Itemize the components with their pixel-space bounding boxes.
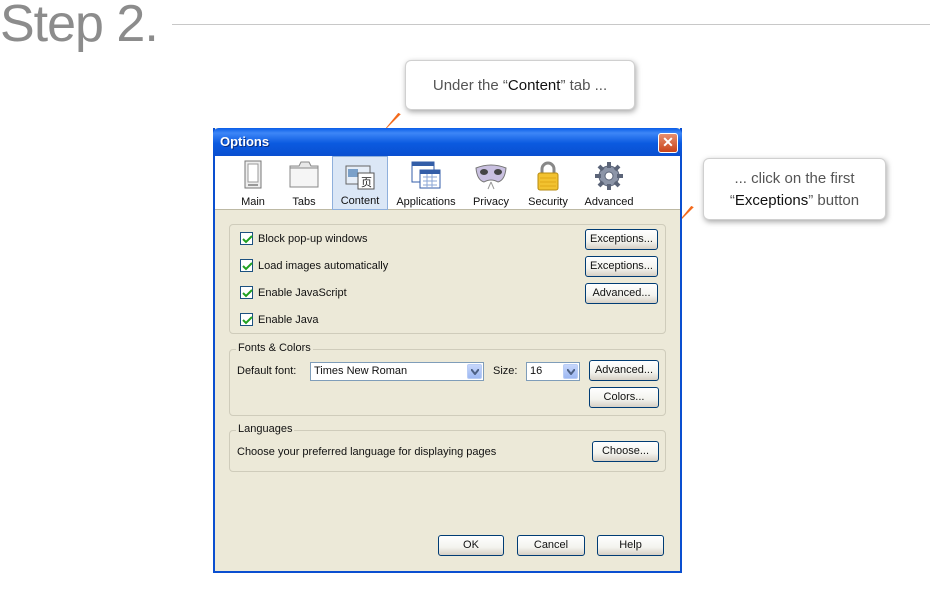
fonts-colors-title: Fonts & Colors — [236, 342, 313, 354]
ok-button[interactable]: OK — [438, 535, 504, 556]
callout-1-bold: Content — [507, 77, 561, 94]
callout-2-post: ” button — [808, 192, 860, 209]
exceptions-popups-button[interactable]: Exceptions... — [585, 229, 658, 250]
callout-content-tab: Under the “Content” tab ... — [405, 60, 635, 110]
options-toolbar: Main Tabs 页 Content Applications Privacy… — [215, 156, 680, 210]
checkbox-block-popups-label: Block pop-up windows — [258, 233, 368, 245]
default-font-select[interactable]: Times New Roman — [310, 362, 484, 381]
checkbox-enable-java-label: Enable Java — [258, 314, 319, 326]
tab-advanced-label: Advanced — [584, 196, 634, 208]
main-icon — [244, 160, 262, 189]
applications-icon — [411, 161, 441, 189]
size-label: Size: — [493, 365, 518, 377]
content-options-group: Block pop-up windows Load images automat… — [229, 224, 666, 334]
content-icon: 页 — [345, 165, 375, 190]
languages-title: Languages — [236, 423, 295, 435]
checkbox-block-popups-box[interactable] — [240, 232, 253, 245]
tab-tabs[interactable]: Tabs — [280, 156, 328, 210]
tab-privacy-label: Privacy — [472, 196, 510, 208]
help-button[interactable]: Help — [597, 535, 664, 556]
step-title: Step 2. — [0, 0, 159, 53]
chevron-down-icon[interactable] — [467, 364, 482, 379]
checkbox-enable-javascript-box[interactable] — [240, 286, 253, 299]
tab-security[interactable]: Security — [521, 156, 575, 210]
default-font-label: Default font: — [237, 365, 297, 377]
dialog-titlebar[interactable]: Options ✕ — [213, 128, 682, 156]
svg-text:页: 页 — [361, 176, 372, 189]
tab-advanced[interactable]: Advanced — [581, 156, 637, 210]
callout-1-post: ” tab ... — [560, 77, 608, 94]
colors-button[interactable]: Colors... — [589, 387, 659, 408]
chevron-down-icon[interactable] — [563, 364, 578, 379]
options-dialog: Options ✕ Main Tabs 页 Content Applicatio… — [213, 128, 682, 573]
callout-2-line1: ... click on the first — [734, 170, 855, 187]
gear-icon — [595, 162, 623, 190]
font-size-select[interactable]: 16 — [526, 362, 580, 381]
languages-group: Languages Choose your preferred language… — [229, 423, 666, 472]
step-divider — [172, 24, 930, 25]
checkbox-load-images-label: Load images automatically — [258, 260, 389, 272]
fonts-advanced-button[interactable]: Advanced... — [589, 360, 659, 381]
languages-description: Choose your preferred language for displ… — [237, 446, 497, 458]
privacy-mask-icon — [475, 164, 507, 190]
tabs-icon — [289, 161, 319, 188]
callout-1-pre: Under the “ — [432, 77, 508, 94]
callout-2-bold: Exceptions — [734, 192, 809, 209]
tab-tabs-label: Tabs — [292, 196, 316, 208]
tab-content[interactable]: 页 Content — [332, 156, 388, 210]
tab-applications-label: Applications — [396, 196, 456, 208]
callout-exceptions-button: ... click on the first “Exceptions” butt… — [703, 158, 886, 220]
dialog-title: Options — [220, 134, 270, 149]
checkbox-load-images-box[interactable] — [240, 259, 253, 272]
close-button[interactable]: ✕ — [658, 133, 678, 153]
tab-content-label: Content — [340, 195, 380, 207]
checkbox-enable-javascript-label: Enable JavaScript — [258, 287, 347, 299]
exceptions-images-button[interactable]: Exceptions... — [585, 256, 658, 277]
checkbox-enable-java-box[interactable] — [240, 313, 253, 326]
tab-main[interactable]: Main — [225, 156, 281, 210]
tab-main-label: Main — [241, 196, 265, 208]
choose-language-button[interactable]: Choose... — [592, 441, 659, 462]
tab-security-label: Security — [528, 196, 568, 208]
default-font-value: Times New Roman — [314, 365, 408, 377]
fonts-colors-group: Fonts & Colors Default font: Times New R… — [229, 342, 666, 416]
tab-privacy[interactable]: Privacy — [465, 156, 517, 210]
padlock-icon — [537, 161, 559, 191]
tab-applications[interactable]: Applications — [393, 156, 459, 210]
advanced-javascript-button[interactable]: Advanced... — [585, 283, 658, 304]
font-size-value: 16 — [530, 365, 543, 377]
cancel-button[interactable]: Cancel — [517, 535, 585, 556]
